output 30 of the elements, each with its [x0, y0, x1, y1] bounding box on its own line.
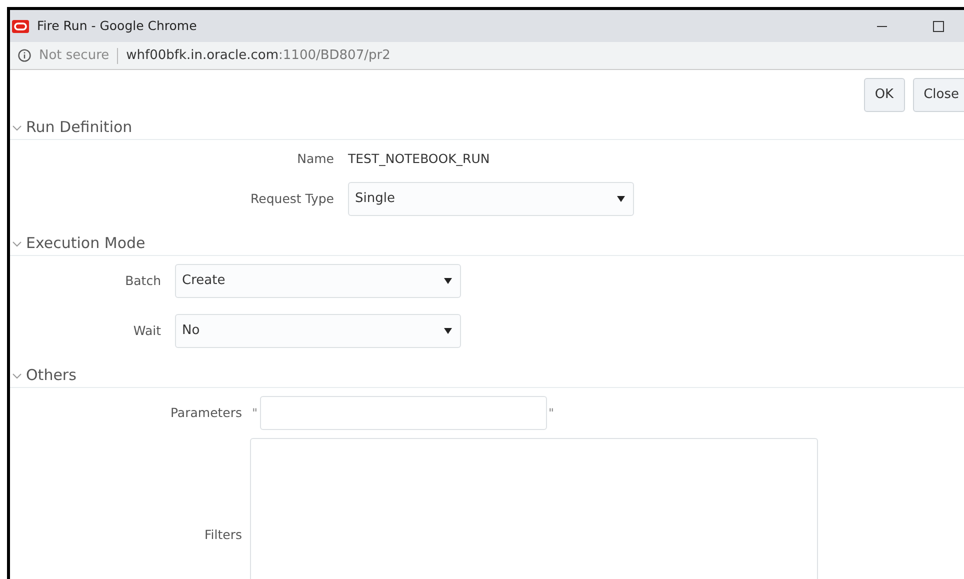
dropdown-caret-icon [444, 278, 452, 284]
chevron-down-icon[interactable] [12, 124, 22, 130]
field-label: Name [296, 150, 335, 168]
dropdown-field[interactable]: Single [348, 182, 634, 216]
field-label: Batch [124, 272, 162, 290]
chevron-down-icon[interactable] [12, 240, 22, 246]
section-title[interactable]: Execution Mode [26, 232, 146, 255]
ok-button[interactable]: OK [864, 78, 905, 112]
field-label: Parameters [169, 404, 243, 422]
text-input-field[interactable] [260, 396, 547, 430]
field-label: Wait [132, 322, 162, 340]
dropdown-caret-icon [444, 328, 452, 334]
close-button[interactable]: Close [912, 78, 964, 112]
info-icon[interactable] [18, 49, 31, 62]
section-title[interactable]: Others [26, 364, 76, 387]
dropdown-field[interactable]: Create [175, 264, 461, 298]
quote-mark: " [548, 405, 556, 422]
text-area-field[interactable] [250, 438, 818, 579]
url-text[interactable]: whf00bfk.in.oracle.com:1100/BD807/pr2 [126, 46, 390, 66]
dropdown-field[interactable]: No [175, 314, 461, 348]
dropdown-caret-icon [617, 196, 625, 202]
maximize-icon [932, 20, 944, 32]
section-title[interactable]: Run Definition [26, 116, 132, 139]
chevron-down-icon[interactable] [12, 372, 22, 378]
field-label: Filters [204, 526, 243, 544]
window-title: Fire Run - Google Chrome [37, 16, 198, 35]
quote-mark: " [251, 405, 259, 422]
app-logo-icon [12, 20, 29, 32]
field-value: TEST_NOTEBOOK_RUN [348, 150, 490, 168]
field-label: Request Type [250, 190, 335, 208]
